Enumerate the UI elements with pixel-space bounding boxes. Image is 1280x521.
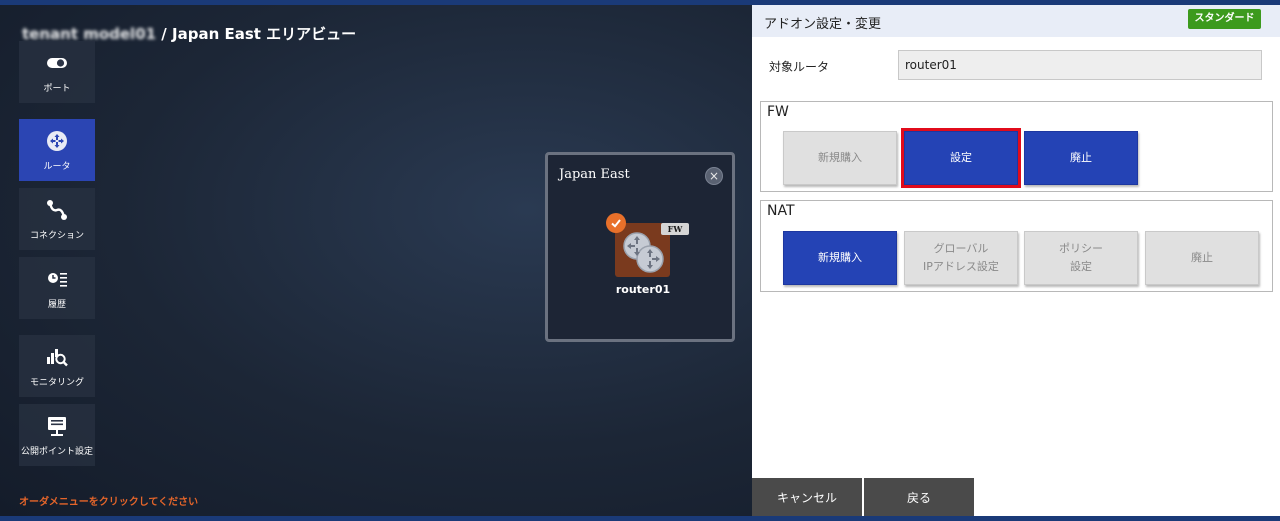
target-router-field: router01 [898, 50, 1262, 80]
back-button[interactable]: 戻る [864, 478, 974, 516]
panel-title: アドオン設定・変更 [764, 17, 882, 32]
router-icon [47, 130, 67, 151]
nat-policy-settings-button[interactable]: ポリシー 設定 [1024, 231, 1138, 285]
button-label-line1: グローバル [933, 242, 989, 255]
button-label: 廃止 [1070, 151, 1092, 164]
button-label: 新規購入 [818, 251, 862, 264]
panel-header: アドオン設定・変更 スタンダード [752, 5, 1280, 37]
fw-settings-button[interactable]: 設定 [901, 128, 1021, 188]
fw-abolish-button[interactable]: 廃止 [1024, 131, 1138, 185]
nav-item-label: ルータ [43, 161, 71, 172]
area-view: tenant model01 / Japan East エリアビュー ポート ル… [0, 5, 752, 516]
nav-item-label: コネクション [29, 230, 84, 241]
region-title: Japan East [559, 167, 630, 182]
router-name: router01 [615, 283, 671, 296]
nav-item-label: モニタリング [29, 377, 84, 388]
nav-item-router[interactable]: ルータ [19, 119, 95, 181]
button-label-line2: 設定 [1070, 260, 1092, 273]
check-icon [606, 213, 626, 233]
addon-settings-panel: アドオン設定・変更 スタンダード 対象ルータ router01 FW 新規購入 … [752, 5, 1280, 516]
toggle-icon [47, 57, 67, 68]
fw-badge: FW [661, 223, 689, 235]
nat-abolish-button[interactable]: 廃止 [1145, 231, 1259, 285]
public-point-icon [48, 416, 66, 436]
nav-item-label: 履歴 [47, 299, 66, 310]
nat-section: NAT 新規購入 グローバル IPアドレス設定 ポリシー 設定 廃止 [760, 200, 1273, 292]
nav-item-history[interactable]: 履歴 [19, 257, 95, 319]
cancel-button[interactable]: キャンセル [752, 478, 862, 516]
region-card: Japan East × FW router01 [545, 152, 735, 342]
breadcrumb-separator: / [156, 25, 173, 43]
plan-badge: スタンダード [1188, 9, 1261, 29]
router-node[interactable]: FW [606, 213, 689, 277]
button-label-line2: IPアドレス設定 [923, 260, 999, 273]
button-label-line1: ポリシー [1059, 242, 1103, 255]
order-hint: オーダメニューをクリックしてください [19, 497, 199, 508]
nav-item-port[interactable]: ポート [19, 41, 95, 103]
nav-item-label: 公開ポイント設定 [20, 446, 93, 457]
nat-global-ip-settings-button[interactable]: グローバル IPアドレス設定 [904, 231, 1018, 285]
target-router-label: 対象ルータ [769, 60, 830, 74]
nav-item-label: ポート [43, 83, 71, 94]
history-icon [48, 272, 67, 287]
connection-icon [47, 199, 67, 220]
monitoring-icon [47, 348, 68, 366]
nat-new-purchase-button[interactable]: 新規購入 [783, 231, 897, 285]
close-icon[interactable]: × [705, 167, 723, 185]
fw-section: FW 新規購入 設定 廃止 [760, 101, 1273, 192]
bottom-accent-strip [0, 516, 1280, 521]
nav-item-monitoring[interactable]: モニタリング [19, 335, 95, 397]
nat-section-title: NAT [767, 203, 795, 219]
button-label: 廃止 [1191, 251, 1213, 264]
nav-item-public-point[interactable]: 公開ポイント設定 [19, 404, 95, 466]
breadcrumb-area: Japan East エリアビュー [172, 25, 357, 43]
button-label: 設定 [950, 151, 972, 164]
nav-item-connection[interactable]: コネクション [19, 188, 95, 250]
button-label: 新規購入 [818, 151, 862, 164]
fw-section-title: FW [767, 104, 789, 120]
fw-new-purchase-button[interactable]: 新規購入 [783, 131, 897, 185]
